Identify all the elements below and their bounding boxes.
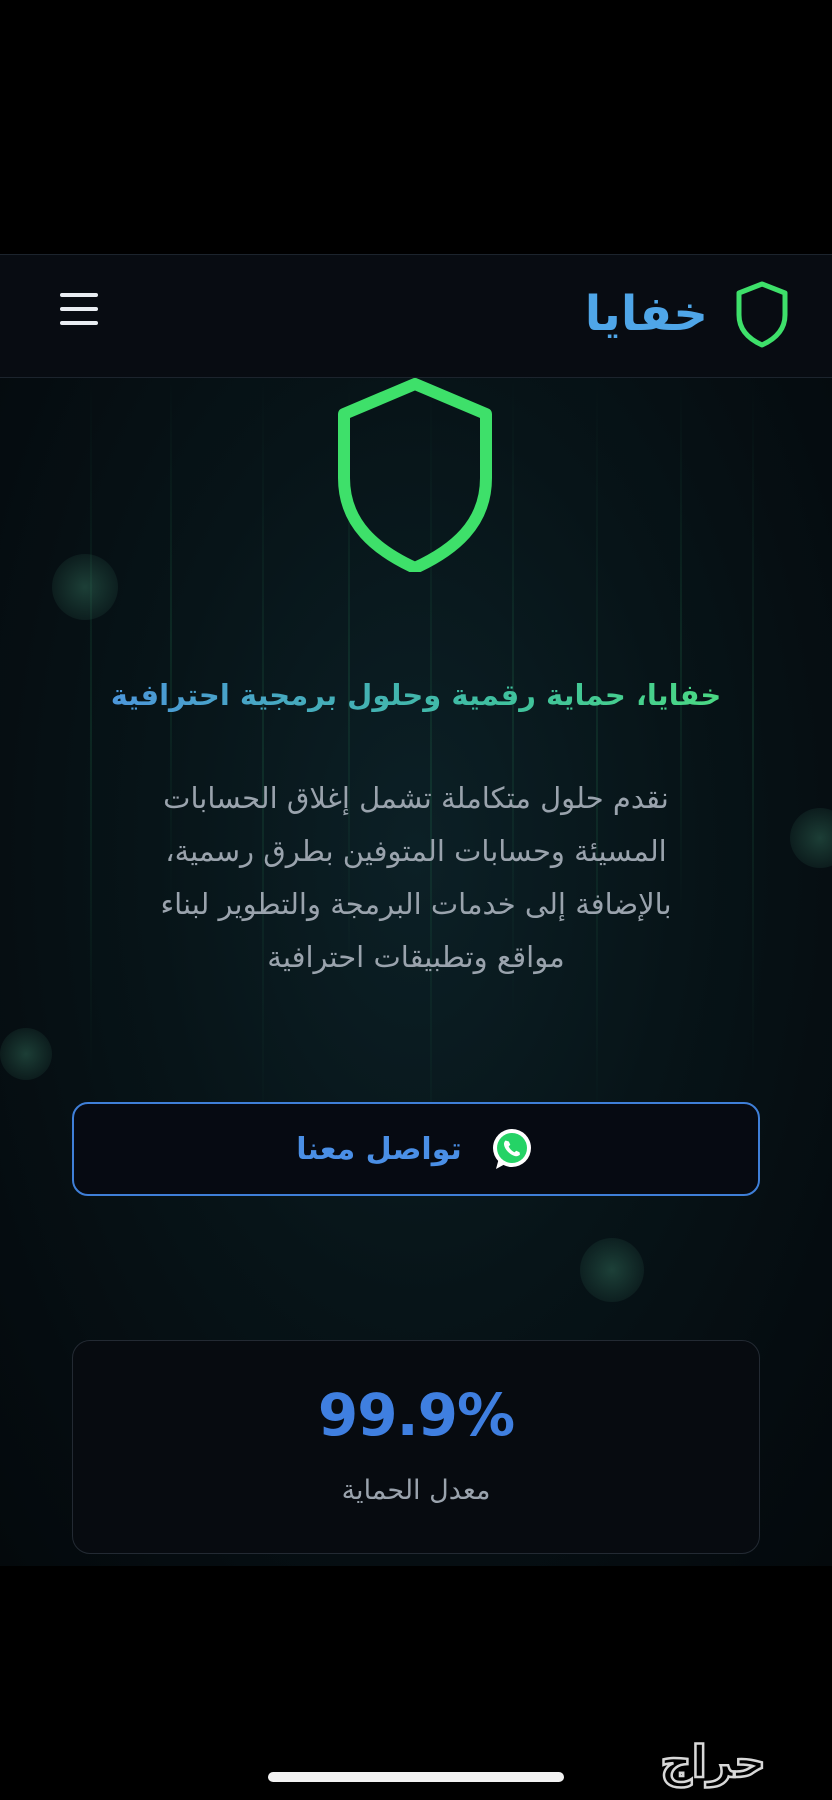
hero-title: خفايا، حماية رقمية وحلول برمجية احترافية <box>40 678 792 712</box>
description-line: المسيئة وحسابات المتوفين بطرق رسمية، <box>165 834 667 868</box>
description-line: بالإضافة إلى خدمات البرمجة والتطوير لبنا… <box>160 887 672 921</box>
stat-value: 99.9% <box>317 1381 515 1449</box>
matrix-stripe <box>596 378 598 1138</box>
glow-dot <box>580 1238 644 1302</box>
glow-dot <box>790 808 832 868</box>
whatsapp-icon <box>492 1129 531 1169</box>
haraj-watermark-logo: حراج <box>659 1736 767 1790</box>
menu-bar <box>60 293 98 297</box>
top-navbar: خفايا <box>0 254 832 378</box>
description-line: نقدم حلول متكاملة تشمل إغلاق الحسابات <box>163 781 669 815</box>
contact-us-label: تواصل معنا <box>296 1131 462 1167</box>
protection-rate-card: 99.9% معدل الحماية <box>72 1340 760 1554</box>
contact-us-button[interactable]: تواصل معنا <box>72 1102 760 1196</box>
shield-icon <box>736 281 788 348</box>
screen: خفايا خفايا، حماية رقمية وحلول برمجية اح… <box>0 0 832 1800</box>
hamburger-menu-icon[interactable] <box>56 285 104 333</box>
description-line: مواقع وتطبيقات احترافية <box>267 940 565 974</box>
menu-bar <box>60 321 98 325</box>
glow-dot <box>0 1028 52 1080</box>
brand-logo[interactable]: خفايا <box>585 269 792 359</box>
matrix-stripe <box>262 378 264 1138</box>
shield-icon <box>338 378 492 572</box>
svg-text:حراج: حراج <box>660 1737 766 1788</box>
brand-name: خفايا <box>584 286 708 342</box>
hero-section: خفايا، حماية رقمية وحلول برمجية احترافية… <box>0 378 832 1566</box>
matrix-stripe <box>752 378 754 1078</box>
hero-description: نقدم حلول متكاملة تشمل إغلاق الحسابات ال… <box>90 772 742 984</box>
home-indicator[interactable] <box>268 1772 564 1782</box>
glow-dot <box>52 554 118 620</box>
stat-label: معدل الحماية <box>341 1475 491 1506</box>
menu-bar <box>60 307 98 311</box>
